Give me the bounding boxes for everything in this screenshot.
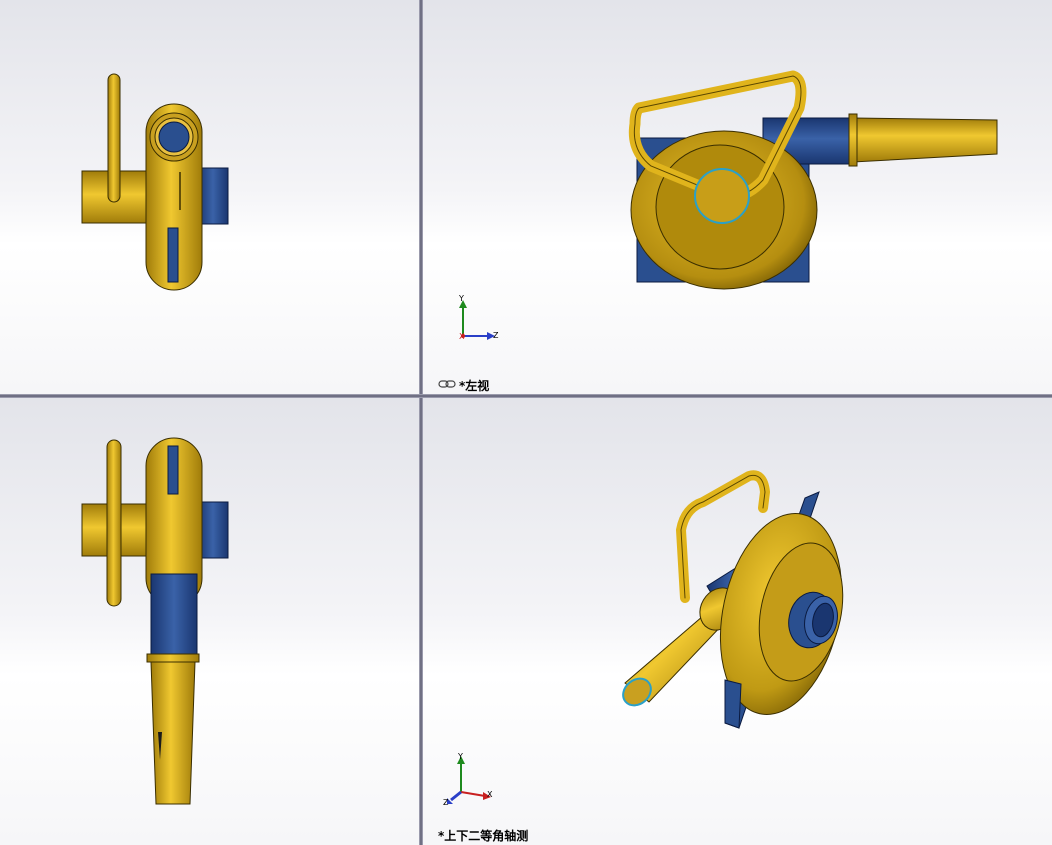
triad-y-label: Y [458, 752, 463, 761]
link-views-icon[interactable] [438, 379, 456, 389]
viewport-bottom-left[interactable] [0, 398, 419, 845]
triad-x-label: X [459, 332, 465, 341]
triad-x-label: X [487, 790, 493, 799]
viewport-bottom-right[interactable]: Y X Z *上下二等角轴测 [423, 398, 1052, 845]
triad-z-label: Z [493, 331, 499, 340]
triad-z-label: Z [443, 798, 449, 807]
blower-model-top-view [81, 437, 229, 805]
viewport-top-left[interactable] [0, 0, 419, 394]
blower-model-front-view [81, 73, 229, 291]
triad-y-label: Y [459, 294, 464, 303]
viewport-top-right[interactable]: Y X Z *左视 [423, 0, 1052, 394]
viewport-name-bottom-right: *上下二等角轴测 [438, 829, 529, 843]
viewport-name-top-right: *左视 [459, 379, 490, 393]
coordinate-triad-icon [447, 756, 491, 804]
